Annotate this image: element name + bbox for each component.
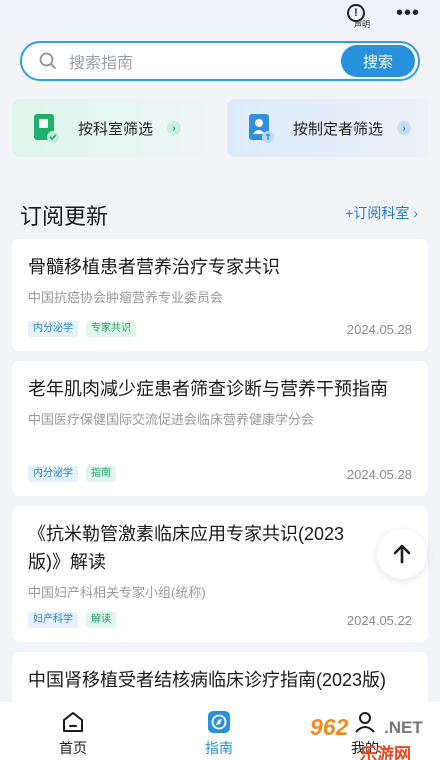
department-tag: 妇产科学 [28,612,78,628]
guide-title: 中国肾移植受者结核病临床诊疗指南(2023版) [28,670,387,690]
filter-by-department[interactable]: 按科室筛选 › [12,99,213,157]
guide-date: 2024.05.28 [346,321,412,337]
guide-card[interactable]: 骨髓移植患者营养治疗专家共识 中国抗癌协会肿瘤营养专业委员会 内分泌学 专家共识… [12,239,428,351]
tab-guide-label: 指南 [205,740,233,756]
author-icon [247,112,275,144]
watermark-text: 乐游网 [360,745,411,760]
type-tag: 专家共识 [86,321,136,337]
department-tag: 内分泌学 [28,321,78,337]
chevron-right-icon: › [413,205,418,221]
site-watermark: 962 .NET 乐游网 [306,714,436,760]
chevron-right-icon: › [397,121,412,135]
filter-row: 按科室筛选 › 按制定者筛选 › [12,99,428,157]
type-tag: 解读 [86,612,116,628]
search-input[interactable]: 搜索指南 [69,49,341,73]
filter-department-label: 按科室筛选 [78,120,154,138]
home-icon [63,712,83,732]
compass-icon [208,711,230,733]
guide-meta: 妇产科学 解读 2024.05.22 [28,612,412,628]
search-button[interactable]: 搜索 [341,45,415,77]
watermark-net: .NET [384,718,423,737]
guide-title: 《抗米勒管激素临床应用专家共识(2023版)》解读 [28,524,345,572]
guide-org: 中国抗癌协会肿瘤营养专业委员会 [28,290,224,305]
search-bar: 搜索指南 搜索 [20,41,420,81]
guide-title: 老年肌肉减少症患者筛查诊断与营养干预指南 [28,379,388,399]
section-title: 订阅更新 [20,204,109,229]
guide-card[interactable]: 《抗米勒管激素临床应用专家共识(2023版)》解读 中国妇产科相关专家小组(统称… [12,506,428,642]
guide-date: 2024.05.22 [346,612,412,628]
guide-meta: 内分泌学 指南 2024.05.28 [28,466,412,482]
guide-org: 中国医疗保健国际交流促进会临床营养健康学分会 [28,412,315,427]
back-to-top-button[interactable] [377,529,427,579]
chevron-right-icon: › [167,121,182,135]
watermark-number: 962 [310,714,349,740]
more-icon[interactable]: ••• [396,3,420,23]
top-actions: ! 声明 ••• [342,3,420,30]
guide-title: 骨髓移植患者营养治疗专家共识 [28,257,280,277]
department-tag: 内分泌学 [28,466,78,482]
guide-org: 中国妇产科相关专家小组(统称) [28,585,206,600]
subscribe-link-label: +订阅科室 [345,205,410,221]
top-bar: ! 声明 ••• [0,0,440,32]
tab-home[interactable]: 首页 [0,702,146,760]
guide-meta: 内分泌学 专家共识 2024.05.28 [28,321,412,337]
guide-date: 2024.05.28 [346,466,412,482]
filter-author-label: 按制定者筛选 [293,120,384,138]
tab-guide[interactable]: 指南 [146,702,292,760]
type-tag: 指南 [86,466,116,482]
notice-button[interactable]: ! 声明 [342,4,370,30]
guide-card[interactable]: 老年肌肉减少症患者筛查诊断与营养干预指南 中国医疗保健国际交流促进会临床营养健康… [12,361,428,496]
notice-label: 声明 [353,20,370,29]
search-icon [39,52,56,69]
subscribe-department-link[interactable]: +订阅科室 › [345,203,418,223]
department-icon [32,112,60,144]
filter-by-author[interactable]: 按制定者筛选 › [227,99,428,157]
tab-home-label: 首页 [59,740,87,756]
arrow-up-icon [393,544,411,564]
